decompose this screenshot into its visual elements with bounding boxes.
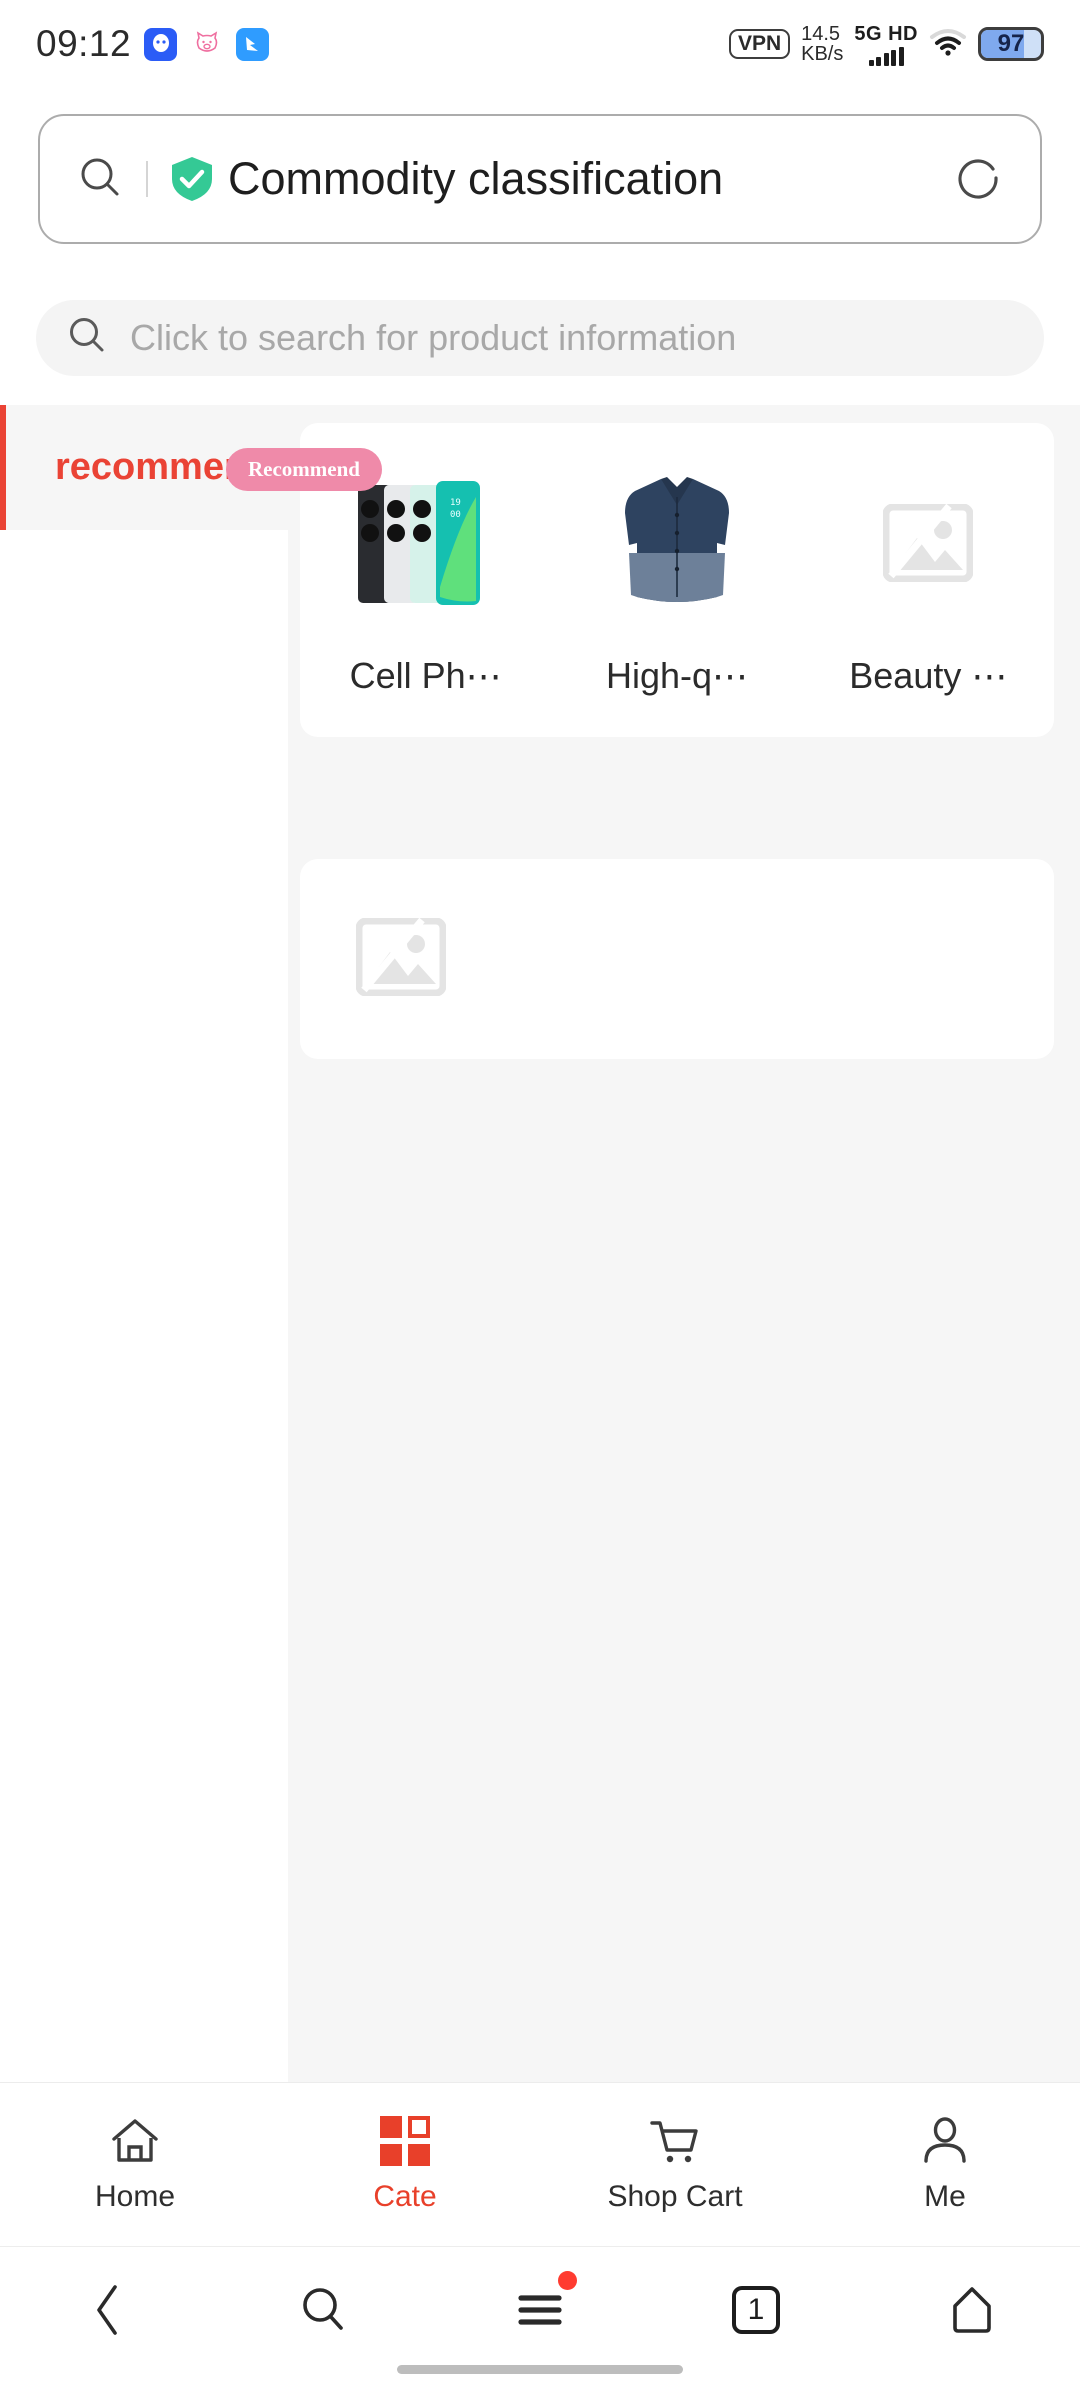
blue-bird-app-icon [236, 27, 270, 61]
tab-count-button[interactable]: 1 [681, 2273, 831, 2347]
network-type-label: 5G HD [854, 22, 918, 45]
search-icon[interactable] [76, 153, 124, 206]
search-icon[interactable] [249, 2273, 399, 2347]
tab-label: Cate [373, 2180, 437, 2213]
hamburger-menu-icon[interactable] [465, 2271, 615, 2347]
product-item[interactable]: High-q⋯ [551, 457, 802, 697]
wifi-icon [929, 27, 967, 62]
broken-image-placeholder [842, 457, 1014, 629]
tab-count-label: 1 [732, 2286, 780, 2334]
home-icon [110, 2115, 160, 2167]
network-speed-unit: KB/s [801, 43, 844, 65]
tab-cate[interactable]: Cate [270, 2115, 540, 2214]
product-item[interactable]: 19 00 Cell Ph⋯ [300, 457, 551, 697]
recommend-badge: Recommend [226, 448, 382, 491]
product-card: 19 00 Cell Ph⋯ High-q⋯ Beauty ⋯ [300, 423, 1054, 737]
battery-level: 97 [997, 30, 1025, 57]
search-input[interactable]: Click to search for product information [36, 299, 1044, 376]
svg-text:19: 19 [450, 498, 461, 508]
menu-badge-dot [558, 2271, 577, 2290]
home-outline-icon[interactable] [897, 2273, 1047, 2347]
broken-image-placeholder [355, 917, 447, 1001]
product-name: Cell Ph⋯ [349, 655, 502, 696]
svg-text:00: 00 [450, 510, 461, 520]
app-tab-bar: Home Cate Shop Cart Me [0, 2082, 1080, 2246]
denim-shirt-photo [591, 457, 763, 629]
url-bar[interactable]: Commodity classification [38, 114, 1042, 244]
back-chevron-icon[interactable] [33, 2273, 183, 2347]
search-icon [66, 314, 108, 361]
category-body: recommend Recommend 19 00 Cell Ph⋯ High-… [0, 405, 1080, 2082]
tab-label: Shop Cart [607, 2180, 743, 2213]
status-bar-left: 09:12 [36, 23, 270, 65]
grid-icon [380, 2115, 430, 2167]
page-search-row: Click to search for product information [0, 270, 1080, 405]
shield-check-icon [170, 155, 214, 203]
network-speed-value: 14.5 [801, 22, 841, 45]
tab-label: Me [924, 2180, 966, 2213]
url-divider [146, 161, 148, 197]
category-sidebar: recommend [0, 405, 288, 2082]
qq-icon [144, 27, 178, 61]
status-bar-right: VPN 14.5 KB/s 5G HD 97 [728, 22, 1044, 66]
browser-bottom-nav: 1 [0, 2246, 1080, 2388]
browser-address-bar: Commodity classification [0, 88, 1080, 270]
battery-indicator: 97 [978, 27, 1044, 61]
signal-bars-icon [868, 46, 904, 66]
product-grid: 19 00 Cell Ph⋯ High-q⋯ Beauty ⋯ [300, 457, 1054, 697]
home-indicator [397, 2365, 683, 2374]
category-content: Recommend 19 00 Cell Ph⋯ High-q⋯ Beauty … [226, 405, 1080, 2082]
network-speed: 14.5 KB/s [801, 22, 844, 65]
cart-icon [649, 2115, 701, 2167]
tab-home[interactable]: Home [0, 2115, 270, 2214]
tab-label: Home [94, 2180, 176, 2213]
product-name: High-q⋯ [605, 655, 749, 696]
status-bar: 09:12 VPN 14.5 KB/s 5G HD 97 [0, 0, 1080, 88]
search-placeholder: Click to search for product information [130, 316, 737, 358]
pig-app-icon [190, 27, 224, 61]
secondary-card[interactable] [300, 859, 1054, 1059]
tab-shop-cart[interactable]: Shop Cart [540, 2115, 810, 2214]
product-name: Beauty ⋯ [849, 655, 1008, 696]
url-text[interactable]: Commodity classification [228, 153, 952, 205]
cellular-signal: 5G HD [854, 23, 918, 66]
product-item[interactable]: Beauty ⋯ [803, 457, 1054, 697]
status-clock: 09:12 [36, 23, 132, 64]
web-page-content: Click to search for product information … [0, 270, 1080, 2082]
vpn-indicator: VPN [728, 28, 791, 60]
person-icon [920, 2115, 970, 2167]
tab-me[interactable]: Me [810, 2115, 1080, 2214]
reload-icon[interactable] [952, 151, 1004, 208]
